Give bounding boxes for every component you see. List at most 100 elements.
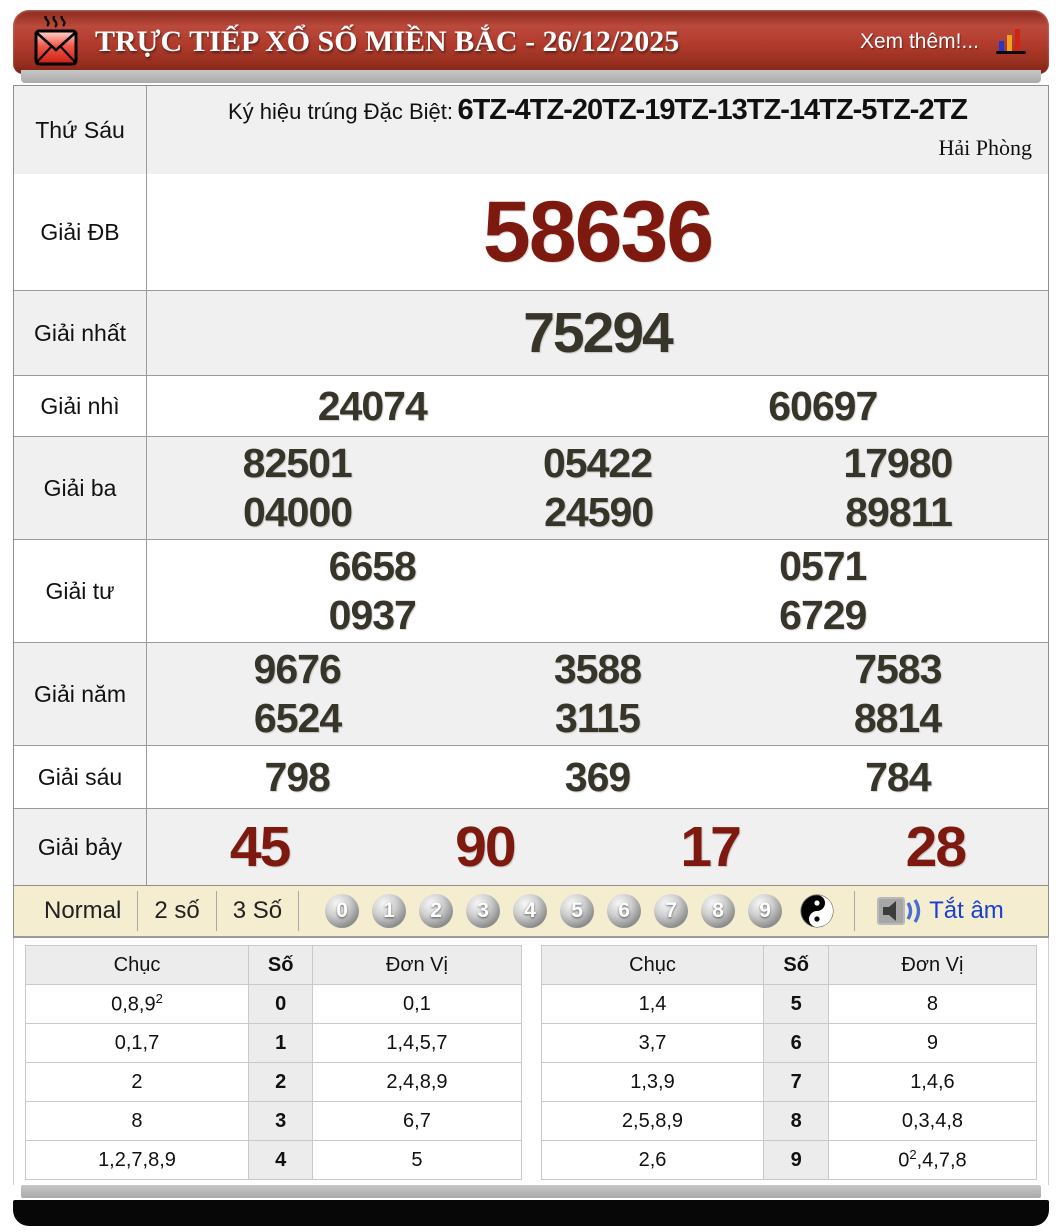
stats-header-so: Số [248, 946, 312, 985]
stats-so-cell: 7 [764, 1063, 828, 1102]
tab-2-số[interactable]: 2 số [138, 897, 215, 925]
stats-chuc-cell: 0,8,92 [26, 985, 249, 1024]
prize-row-nhat: Giải nhất 75294 [14, 290, 1048, 375]
stats-donvi-cell: 9 [828, 1024, 1036, 1063]
prize-numbers: 798 369 784 [147, 746, 1048, 808]
stats-header-chuc: Chục [541, 946, 764, 985]
digit-ball-2[interactable]: 2 [419, 894, 453, 928]
stats-row: 1,458 [541, 985, 1037, 1024]
stats-chuc-cell: 8 [26, 1102, 249, 1141]
stats-row: 1,2,7,8,945 [26, 1141, 522, 1180]
prize-numbers: 6658057109376729 [147, 540, 1048, 642]
stats-donvi-cell: 6,7 [313, 1102, 521, 1141]
draw-info-row: Thứ Sáu Ký hiệu trúng Đặc Biệt: 6TZ-4TZ-… [14, 86, 1048, 174]
footer-bar [13, 1200, 1049, 1226]
prize-number: 24590 [544, 489, 653, 536]
digit-ball-9[interactable]: 9 [748, 894, 782, 928]
stats-donvi-cell: 1,4,5,7 [313, 1024, 521, 1063]
digit-ball-4[interactable]: 4 [513, 894, 547, 928]
stats-so-cell: 4 [248, 1141, 312, 1180]
stats-table-left: ChụcSốĐơn Vị0,8,9200,10,1,711,4,5,7222,4… [25, 945, 522, 1180]
digit-ball-8[interactable]: 8 [701, 894, 735, 928]
prize-number: 6729 [779, 592, 866, 639]
prize-number: 17980 [843, 440, 952, 487]
prize-number: 3115 [555, 695, 640, 742]
stats-so-cell: 1 [248, 1024, 312, 1063]
prize-number: 6524 [254, 695, 341, 742]
yin-yang-icon[interactable] [800, 894, 834, 928]
header-banner: TRỰC TIẾP XỔ SỐ MIỀN BẮC - 26/12/2025 Xe… [13, 10, 1049, 74]
prize-numbers: 58636 [147, 174, 1048, 290]
speaker-icon [877, 895, 921, 927]
stats-donvi-cell: 8 [828, 985, 1036, 1024]
stats-so-cell: 0 [248, 985, 312, 1024]
prize-number: 24074 [318, 383, 427, 430]
prize-numbers: 75294 [147, 291, 1048, 375]
prize-number: 45 [230, 814, 289, 880]
stats-so-cell: 3 [248, 1102, 312, 1141]
prize-label: Giải nhì [14, 376, 147, 436]
prize-number: 9676 [254, 646, 341, 693]
tab-normal[interactable]: Normal [28, 897, 137, 925]
see-more-link[interactable]: Xem thêm!... [860, 30, 979, 54]
digit-balls: 0123456789 [325, 894, 782, 928]
stats-so-cell: 6 [764, 1024, 828, 1063]
prize-numbers: 45901728 [147, 809, 1048, 885]
digit-ball-5[interactable]: 5 [560, 894, 594, 928]
bar-chart-icon[interactable] [995, 25, 1029, 59]
prize-row-tu: Giải tư6658057109376729 [14, 539, 1048, 642]
prize-label: Giải tư [14, 540, 147, 642]
stats-chuc-cell: 3,7 [541, 1024, 764, 1063]
stats-chuc-cell: 1,4 [541, 985, 764, 1024]
lottery-page: TRỰC TIẾP XỔ SỐ MIỀN BẮC - 26/12/2025 Xe… [0, 0, 1062, 1226]
tab-3-số[interactable]: 3 Số [217, 897, 298, 925]
mute-button[interactable]: Tắt âm [877, 895, 1004, 927]
stats-row: 1,3,971,4,6 [541, 1063, 1037, 1102]
prize-number: 28 [906, 814, 965, 880]
prize-label: Giải sáu [14, 746, 147, 808]
prize-number: 798 [264, 754, 329, 801]
stats-donvi-cell: 1,4,6 [828, 1063, 1036, 1102]
stats-so-cell: 8 [764, 1102, 828, 1141]
prize-number: 04000 [243, 489, 352, 536]
stats-donvi-cell: 5 [313, 1141, 521, 1180]
digit-ball-1[interactable]: 1 [372, 894, 406, 928]
digit-ball-6[interactable]: 6 [607, 894, 641, 928]
stats-header-so: Số [764, 946, 828, 985]
stats-row: 222,4,8,9 [26, 1063, 522, 1102]
prize-number: 60697 [768, 383, 877, 430]
draw-info-content: Ký hiệu trúng Đặc Biệt: 6TZ-4TZ-20TZ-19T… [147, 86, 1048, 174]
digit-ball-7[interactable]: 7 [654, 894, 688, 928]
prize-label: Giải ĐB [14, 174, 147, 290]
prize-label: Giải năm [14, 643, 147, 745]
prize-label: Giải nhất [14, 291, 147, 375]
stats-chuc-cell: 2,6 [541, 1141, 764, 1180]
digit-ball-3[interactable]: 3 [466, 894, 500, 928]
prize-number: 369 [565, 754, 630, 801]
prize-number: 6658 [329, 543, 416, 590]
stats-row: 0,1,711,4,5,7 [26, 1024, 522, 1063]
province-label: Hải Phòng [939, 135, 1033, 161]
stats-so-cell: 9 [764, 1141, 828, 1180]
stats-header-donvi: Đơn Vị [828, 946, 1036, 985]
toolbar-separator [298, 891, 299, 931]
prize-label: Giải bảy [14, 809, 147, 885]
prize-numbers: 967635887583652431158814 [147, 643, 1048, 745]
stats-table-right: ChụcSốĐơn Vị1,4583,7691,3,971,4,62,5,8,9… [541, 945, 1038, 1180]
prize-number: 89811 [845, 489, 952, 536]
digit-ball-0[interactable]: 0 [325, 894, 359, 928]
prize-number: 75294 [523, 300, 672, 366]
stats-donvi-cell: 0,1 [313, 985, 521, 1024]
stats-so-cell: 5 [764, 985, 828, 1024]
special-sign-line: Ký hiệu trúng Đặc Biệt: 6TZ-4TZ-20TZ-19T… [147, 94, 1048, 127]
stats-chuc-cell: 1,2,7,8,9 [26, 1141, 249, 1180]
prize-numbers: 825010542217980040002459089811 [147, 437, 1048, 539]
stats-donvi-cell: 2,4,8,9 [313, 1063, 521, 1102]
prize-number: 784 [865, 754, 930, 801]
prize-numbers: 24074 60697 [147, 376, 1048, 436]
footer-shadow-strip [21, 1185, 1041, 1198]
prize-number: 82501 [243, 440, 352, 487]
toolbar-separator [854, 891, 855, 931]
prize-number: 58636 [483, 183, 712, 282]
stats-row: 0,8,9200,1 [26, 985, 522, 1024]
